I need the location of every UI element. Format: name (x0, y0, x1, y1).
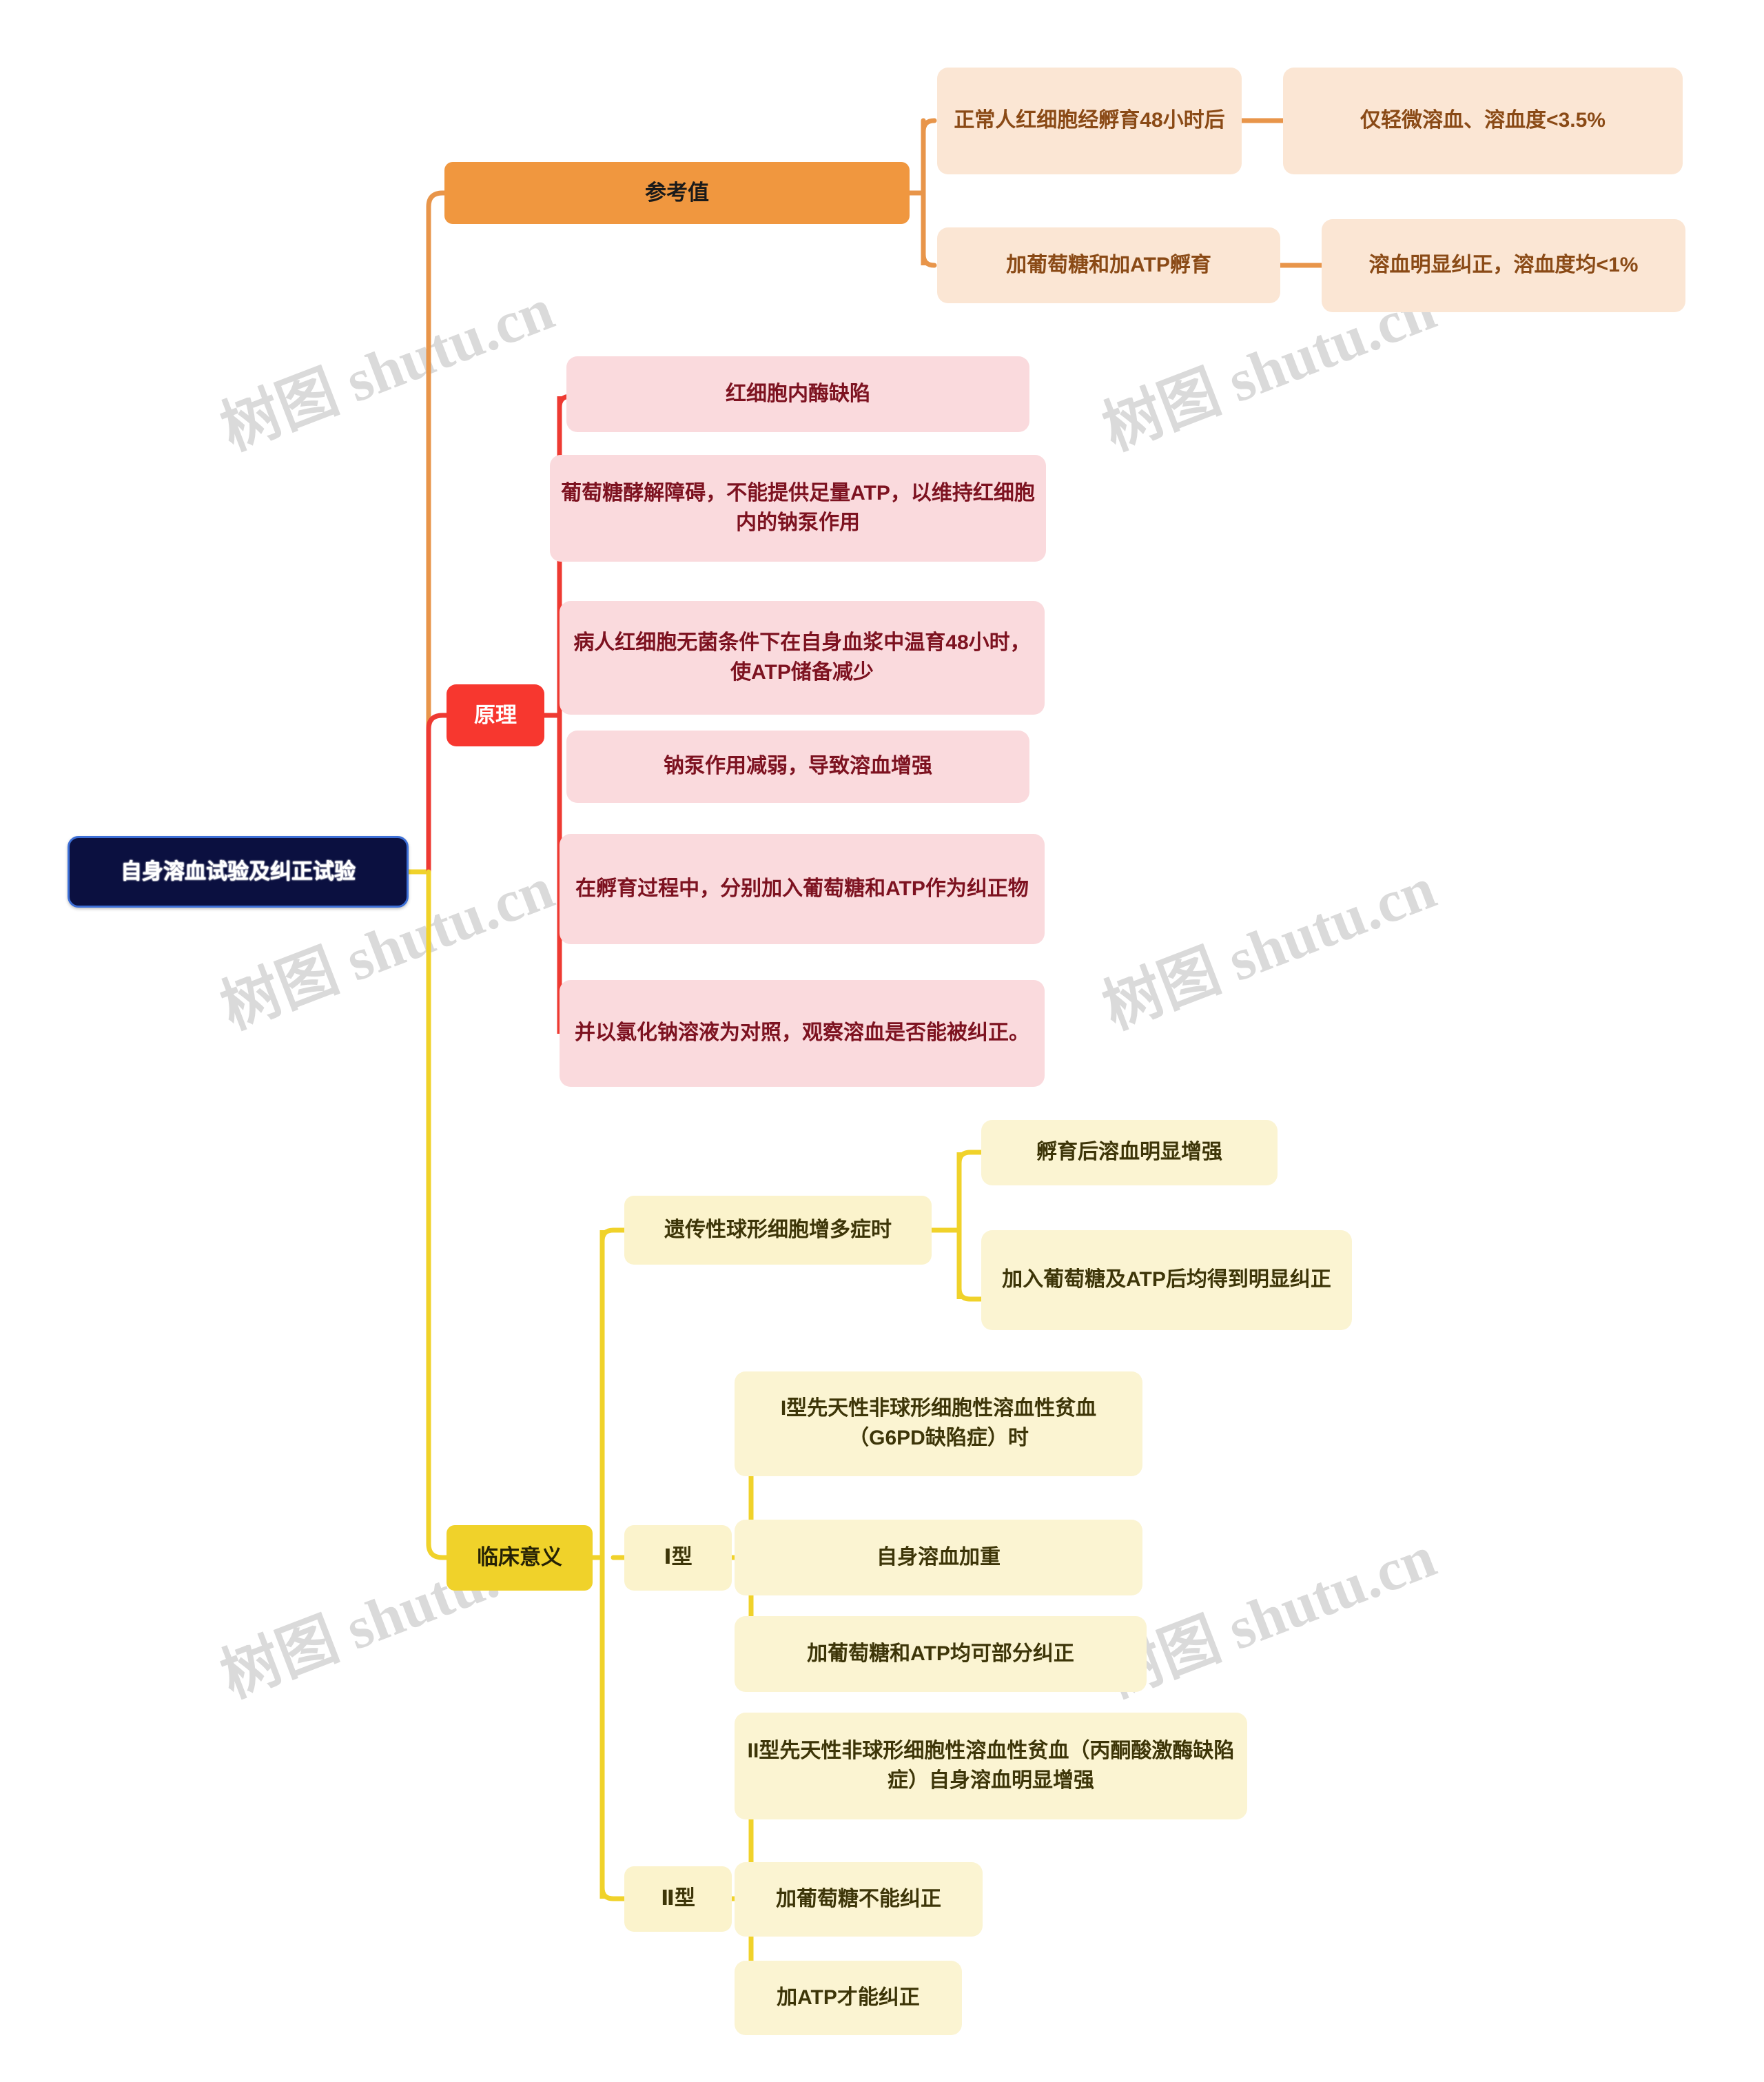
leaf-label: 加葡萄糖和加ATP孵育 (1006, 253, 1211, 276)
leaf-label: I型先天性非球形细胞性溶血性贫血（G6PD缺陷症）时 (780, 1397, 1097, 1449)
subnode-label: 遗传性球形细胞增多症时 (664, 1218, 892, 1241)
leaf-label: 自身溶血加重 (876, 1545, 1001, 1569)
leaf-type2-atp-corrects[interactable]: 加ATP才能纠正 (735, 1961, 962, 2035)
leaf-label: 并以氯化钠溶液为对照，观察溶血是否能被纠正。 (575, 1021, 1029, 1045)
leaf-label: 红细胞内酶缺陷 (726, 382, 870, 405)
leaf-label: II型先天性非球形细胞性溶血性贫血（丙酮酸激酶缺陷症）自身溶血明显增强 (747, 1739, 1235, 1792)
subnode-type-1[interactable]: Ⅰ型 (624, 1525, 732, 1591)
leaf-type1-autohemolysis-worse[interactable]: 自身溶血加重 (735, 1520, 1142, 1595)
leaf-hemolysis-increased-after-incubation[interactable]: 孵育后溶血明显增强 (981, 1120, 1278, 1185)
leaf-glycolysis-disorder[interactable]: 葡萄糖酵解障碍，不能提供足量ATP，以维持红细胞内的钠泵作用 (550, 455, 1046, 562)
leaf-sterile-incubation[interactable]: 病人红细胞无菌条件下在自身血浆中温育48小时，使ATP储备减少 (560, 601, 1045, 715)
leaf-normal-rbc-48h[interactable]: 正常人红细胞经孵育48小时后 (937, 68, 1242, 174)
leaf-type1-partial-correction[interactable]: 加葡萄糖和ATP均可部分纠正 (735, 1616, 1147, 1692)
leaf-type1-g6pd[interactable]: I型先天性非球形细胞性溶血性贫血（G6PD缺陷症）时 (735, 1371, 1142, 1476)
root-node[interactable]: 自身溶血试验及纠正试验 (68, 836, 409, 908)
branch-label: 参考值 (645, 180, 709, 205)
branch-principle[interactable]: 原理 (447, 684, 544, 746)
leaf-hemolysis-corrected-value[interactable]: 溶血明显纠正，溶血度均<1% (1322, 219, 1685, 312)
branch-reference-value[interactable]: 参考值 (444, 162, 910, 224)
leaf-label: 钠泵作用减弱，导致溶血增强 (664, 755, 932, 778)
leaf-type2-pk-deficiency[interactable]: II型先天性非球形细胞性溶血性贫血（丙酮酸激酶缺陷症）自身溶血明显增强 (735, 1713, 1247, 1819)
leaf-label: 病人红细胞无菌条件下在自身血浆中温育48小时，使ATP储备减少 (573, 631, 1031, 684)
leaf-sodium-pump-weakened[interactable]: 钠泵作用减弱，导致溶血增强 (566, 731, 1029, 803)
subnode-label: Ⅰ型 (664, 1546, 693, 1569)
leaf-label: 加葡萄糖和ATP均可部分纠正 (807, 1642, 1074, 1665)
leaf-glucose-atp-incubation[interactable]: 加葡萄糖和加ATP孵育 (937, 227, 1280, 303)
branch-label: 原理 (474, 702, 517, 727)
leaf-type2-glucose-no-correction[interactable]: 加葡萄糖不能纠正 (735, 1862, 983, 1937)
leaf-enzyme-defect[interactable]: 红细胞内酶缺陷 (566, 356, 1029, 432)
leaf-label: 加ATP才能纠正 (777, 1986, 920, 2009)
leaf-label: 加葡萄糖不能纠正 (776, 1887, 941, 1910)
leaf-label: 孵育后溶血明显增强 (1036, 1141, 1222, 1164)
mindmap-canvas: 树图 shutu.cn 树图 shutu.cn 树图 shutu.cn 树图 s… (0, 0, 1764, 2082)
subnode-hereditary-spherocytosis[interactable]: 遗传性球形细胞增多症时 (624, 1196, 932, 1265)
watermark: 树图 shutu.cn (1094, 854, 1444, 1042)
leaf-nacl-control[interactable]: 并以氯化钠溶液为对照，观察溶血是否能被纠正。 (560, 980, 1045, 1087)
root-label: 自身溶血试验及纠正试验 (121, 859, 356, 884)
branch-label: 临床意义 (477, 1545, 562, 1570)
leaf-mild-hemolysis-value[interactable]: 仅轻微溶血、溶血度<3.5% (1283, 68, 1683, 174)
leaf-label: 加入葡萄糖及ATP后均得到明显纠正 (1002, 1268, 1331, 1292)
leaf-add-correctors[interactable]: 在孵育过程中，分别加入葡萄糖和ATP作为纠正物 (560, 834, 1045, 944)
subnode-label: Ⅱ型 (661, 1887, 695, 1910)
leaf-label: 溶血明显纠正，溶血度均<1% (1368, 254, 1639, 277)
leaf-label: 正常人红细胞经孵育48小时后 (954, 109, 1225, 132)
leaf-label: 葡萄糖酵解障碍，不能提供足量ATP，以维持红细胞内的钠泵作用 (561, 481, 1035, 534)
watermark: 树图 shutu.cn (212, 275, 562, 463)
branch-clinical-significance[interactable]: 临床意义 (447, 1525, 593, 1591)
leaf-label: 在孵育过程中，分别加入葡萄糖和ATP作为纠正物 (575, 877, 1029, 900)
leaf-label: 仅轻微溶血、溶血度<3.5% (1360, 109, 1606, 132)
subnode-type-2[interactable]: Ⅱ型 (624, 1866, 732, 1932)
leaf-glucose-atp-corrected[interactable]: 加入葡萄糖及ATP后均得到明显纠正 (981, 1230, 1352, 1330)
